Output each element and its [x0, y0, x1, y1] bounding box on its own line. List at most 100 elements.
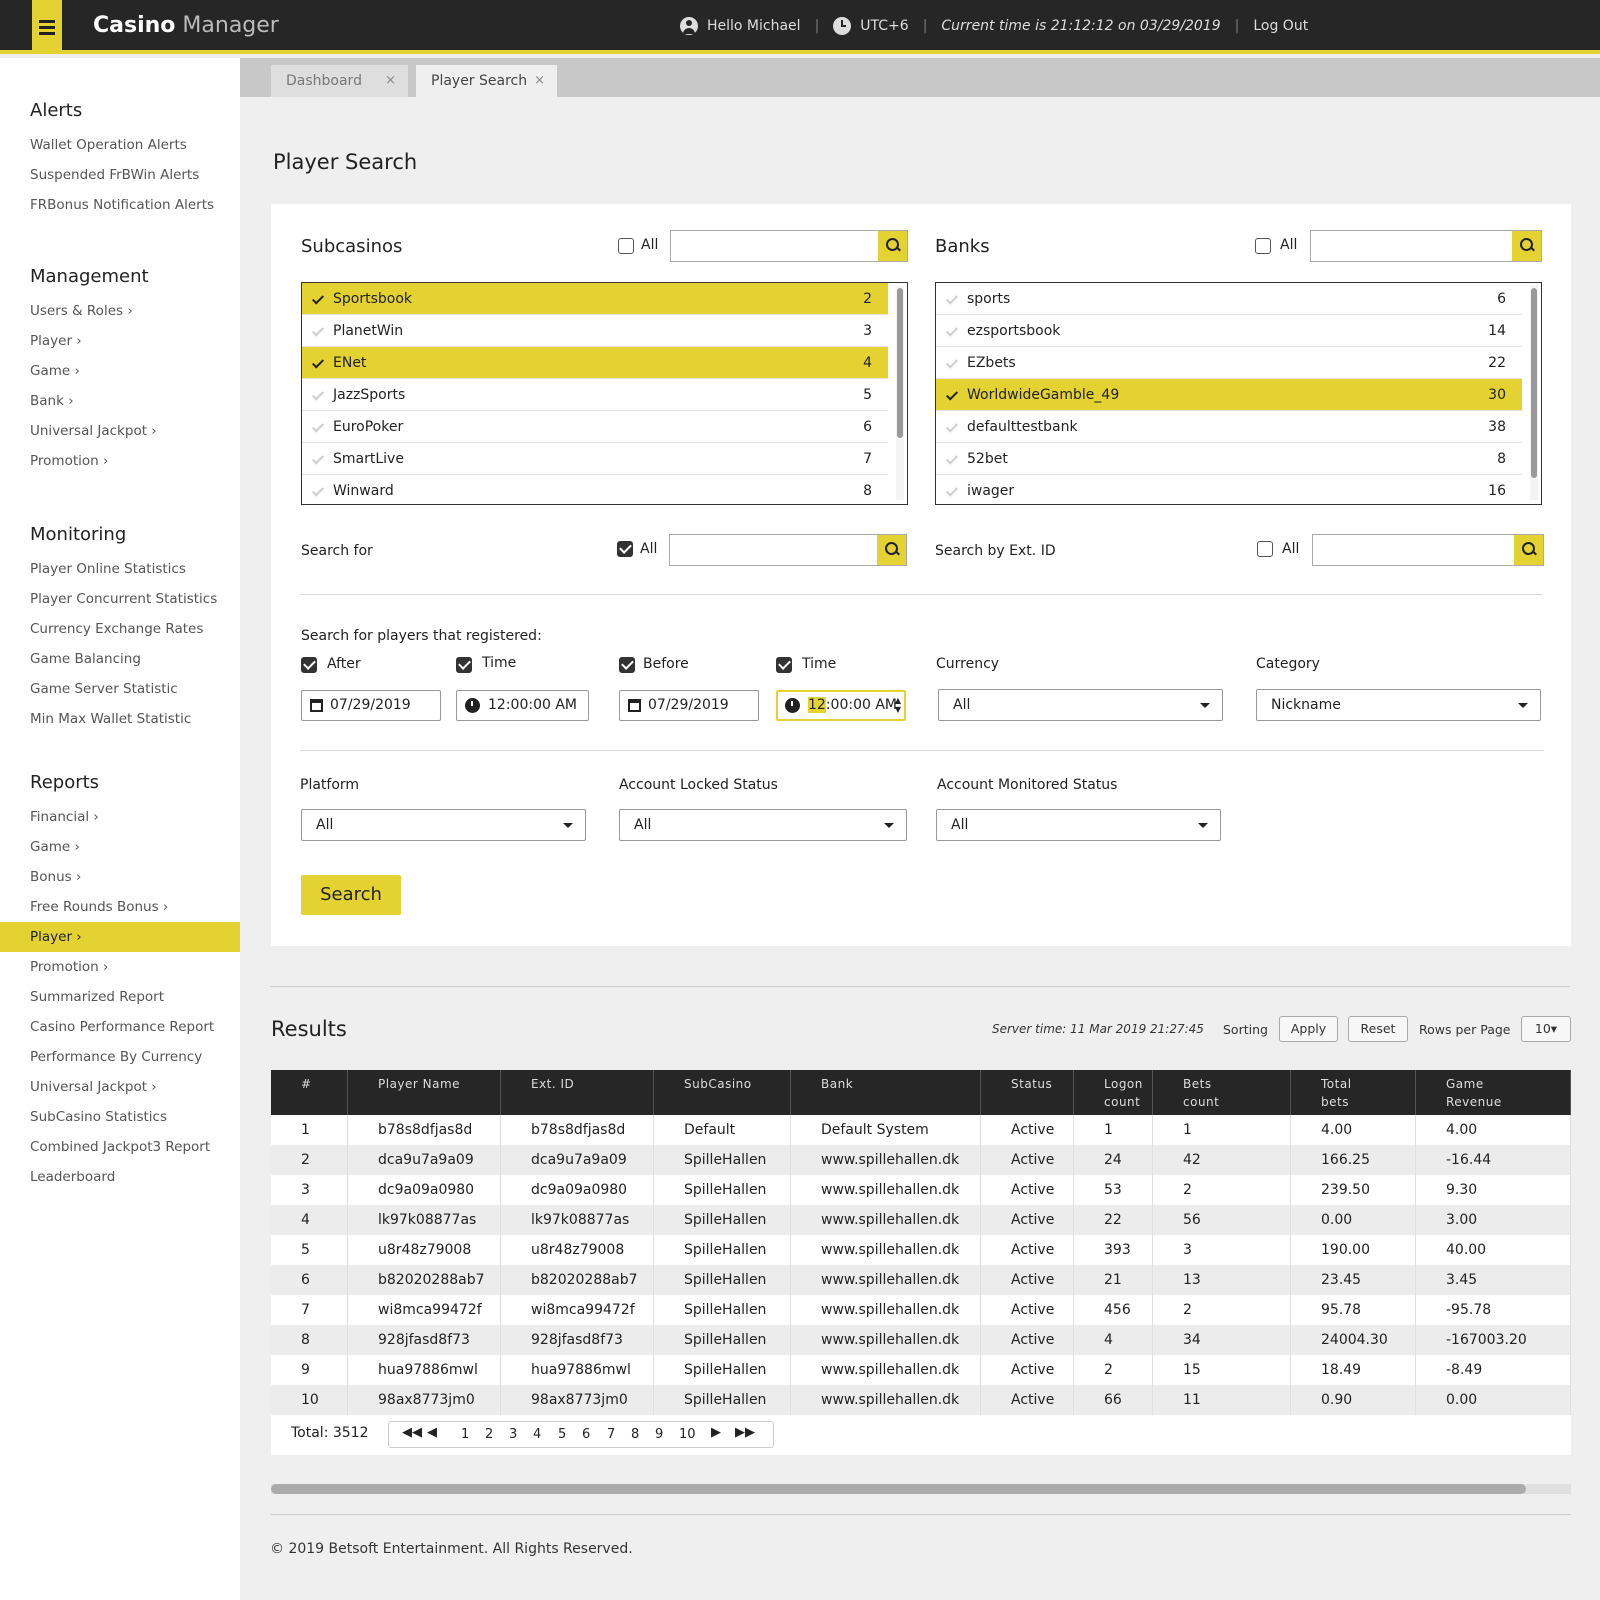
monitored-select[interactable]: All	[936, 809, 1221, 841]
first-page-icon[interactable]: ◀◀	[402, 1425, 422, 1440]
scrollbar[interactable]	[896, 286, 904, 500]
sidebar-item-reports[interactable]: SubCasino Statistics	[30, 1102, 167, 1132]
list-item[interactable]: iwager 16	[936, 475, 1522, 504]
column-header[interactable]: Total bets	[1291, 1070, 1416, 1115]
after-checkbox[interactable]	[301, 657, 317, 673]
scrollbar-thumb[interactable]	[897, 288, 903, 438]
locked-select[interactable]: All	[619, 809, 907, 841]
table-row[interactable]: 5 u8r48z79008 u8r48z79008 SpilleHallen www.s…	[271, 1235, 1571, 1265]
sidebar-item-reports[interactable]: Universal Jackpot ›	[30, 1072, 157, 1102]
after-time-checkbox[interactable]	[456, 657, 472, 673]
horizontal-scrollbar[interactable]	[271, 1484, 1571, 1494]
timezone[interactable]: UTC+6	[860, 18, 908, 34]
page-link[interactable]: 5	[558, 1427, 566, 1442]
category-select[interactable]: Nickname	[1256, 689, 1541, 721]
column-header[interactable]: Player Name	[348, 1070, 501, 1115]
sidebar-item-monitoring[interactable]: Game Server Statistic	[30, 674, 178, 704]
subcasinos-all-checkbox[interactable]	[618, 238, 634, 254]
spinner-icon[interactable]: ▲ ▼	[895, 696, 901, 714]
list-item[interactable]: defaulttestbank 38	[936, 411, 1522, 443]
sidebar-item-reports[interactable]: Performance By Currency	[30, 1042, 202, 1072]
table-row[interactable]: 6 b82020288ab7 b82020288ab7 SpilleHallen www…	[271, 1265, 1571, 1295]
table-row[interactable]: 3 dc9a09a0980 dc9a09a0980 SpilleHallen www.s…	[271, 1175, 1571, 1205]
sidebar-item-management[interactable]: Player ›	[30, 326, 82, 356]
page-link[interactable]: 2	[485, 1427, 493, 1442]
reset-button[interactable]: Reset	[1348, 1016, 1408, 1042]
table-row[interactable]: 8 928jfasd8f73 928jfasd8f73 SpilleHallen www…	[271, 1325, 1571, 1355]
list-item[interactable]: EuroPoker 6	[302, 411, 888, 443]
sidebar-item-monitoring[interactable]: Min Max Wallet Statistic	[30, 704, 191, 734]
prev-page-icon[interactable]: ◀	[427, 1425, 437, 1440]
sidebar-item-management[interactable]: Promotion ›	[30, 446, 108, 476]
platform-select[interactable]: All	[301, 809, 586, 841]
sidebar-item-reports[interactable]: Leaderboard	[30, 1162, 115, 1192]
before-date-input[interactable]: 07/29/2019	[619, 690, 759, 721]
search-for-input[interactable]	[669, 534, 907, 566]
column-header[interactable]: Game Revenue	[1416, 1070, 1571, 1115]
close-icon[interactable]: ×	[385, 65, 396, 97]
close-icon[interactable]: ×	[534, 65, 545, 97]
search-for-all-checkbox[interactable]	[617, 541, 633, 557]
banks-list[interactable]: iwager 16 52bet 8 defaulttestbank 38 Worldwide…	[935, 282, 1542, 505]
clock-icon[interactable]	[785, 698, 800, 713]
search-icon[interactable]	[877, 535, 906, 565]
after-time-input[interactable]: 12:00:00 AM	[456, 690, 589, 721]
sidebar-item-management[interactable]: Game ›	[30, 356, 80, 386]
before-checkbox[interactable]	[619, 657, 635, 673]
logout-link[interactable]: Log Out	[1253, 18, 1308, 34]
page-link[interactable]: 4	[533, 1427, 541, 1442]
sidebar-item-monitoring[interactable]: Currency Exchange Rates	[30, 614, 203, 644]
column-header[interactable]: Status	[981, 1070, 1074, 1115]
sidebar-item-alerts[interactable]: Suspended FrBWin Alerts	[30, 160, 199, 190]
table-row[interactable]: 10 98ax8773jm0 98ax8773jm0 SpilleHallen www.…	[271, 1385, 1571, 1415]
page-link[interactable]: 10	[679, 1427, 696, 1442]
column-header[interactable]: Bank	[791, 1070, 981, 1115]
page-link[interactable]: 6	[582, 1427, 590, 1442]
column-header[interactable]: Logon count	[1074, 1070, 1153, 1115]
sidebar-item-reports[interactable]: Promotion ›	[30, 952, 108, 982]
list-item[interactable]: ezsportsbook 14	[936, 315, 1522, 347]
column-header[interactable]: Ext. ID	[501, 1070, 654, 1115]
list-item[interactable]: SmartLive 7	[302, 443, 888, 475]
list-item[interactable]: 52bet 8	[936, 443, 1522, 475]
search-ext-input[interactable]	[1312, 534, 1544, 566]
search-icon[interactable]	[1512, 231, 1541, 261]
sidebar-item-management[interactable]: Users & Roles ›	[30, 296, 133, 326]
page-link[interactable]: 1	[461, 1427, 469, 1442]
after-date-input[interactable]: 07/29/2019	[301, 690, 441, 721]
table-row[interactable]: 4 lk97k08877as lk97k08877as SpilleHallen www…	[271, 1205, 1571, 1235]
clock-icon[interactable]	[465, 698, 480, 713]
column-header[interactable]: SubCasino	[654, 1070, 791, 1115]
sidebar-item-monitoring[interactable]: Game Balancing	[30, 644, 141, 674]
list-item[interactable]: Sportsbook 2	[302, 283, 888, 315]
sidebar-item-reports[interactable]: Player ›	[0, 922, 240, 952]
list-item[interactable]: sports 6	[936, 283, 1522, 315]
search-icon[interactable]	[1514, 535, 1543, 565]
table-row[interactable]: 1 b78s8dfjas8d b78s8dfjas8d Default Default …	[271, 1115, 1571, 1145]
tab-player-search[interactable]: Player Search ×	[416, 65, 557, 97]
list-item[interactable]: JazzSports 5	[302, 379, 888, 411]
scrollbar-thumb[interactable]	[271, 1484, 1526, 1494]
page-link[interactable]: 8	[631, 1427, 639, 1442]
banks-search-input[interactable]	[1310, 230, 1542, 262]
table-row[interactable]: 2 dca9u7a9a09 dca9u7a9a09 SpilleHallen www.s…	[271, 1145, 1571, 1175]
next-page-icon[interactable]: ▶	[711, 1425, 721, 1440]
table-row[interactable]: 7 wi8mca99472f wi8mca99472f SpilleHallen www…	[271, 1295, 1571, 1325]
sidebar-item-reports[interactable]: Bonus ›	[30, 862, 81, 892]
list-item[interactable]: PlanetWin 3	[302, 315, 888, 347]
search-button[interactable]: Search	[301, 875, 401, 915]
sidebar-item-management[interactable]: Universal Jackpot ›	[30, 416, 157, 446]
sidebar-item-reports[interactable]: Casino Performance Report	[30, 1012, 214, 1042]
page-link[interactable]: 3	[509, 1427, 517, 1442]
subcasinos-list[interactable]: Winward 8 SmartLive 7 EuroPoker 6 JazzSports 5 E…	[301, 282, 908, 505]
rows-per-page-select[interactable]: 10▾	[1521, 1016, 1571, 1042]
table-row[interactable]: 9 hua97886mwl hua97886mwl SpilleHallen www.s…	[271, 1355, 1571, 1385]
scrollbar[interactable]	[1530, 286, 1538, 500]
tab-dashboard[interactable]: Dashboard ×	[271, 65, 408, 97]
currency-select[interactable]: All	[938, 689, 1223, 721]
page-link[interactable]: 7	[607, 1427, 615, 1442]
page-link[interactable]: 9	[655, 1427, 663, 1442]
before-time-input[interactable]: 12:00:00 AM ▲ ▼	[776, 690, 906, 721]
sidebar-item-alerts[interactable]: Wallet Operation Alerts	[30, 130, 187, 160]
sidebar-item-management[interactable]: Bank ›	[30, 386, 74, 416]
